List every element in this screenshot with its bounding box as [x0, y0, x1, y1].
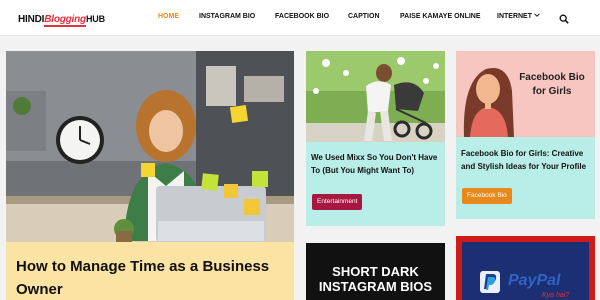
category-badge-facebook-bio[interactable]: Facebook Bio: [462, 188, 512, 204]
nav-item-facebook-bio[interactable]: FACEBOOK BIO: [275, 13, 329, 20]
post-card-mixx[interactable]: We Used Mixx So You Don't Have To (But Y…: [306, 51, 445, 226]
site-header: HINDIBloggingHUB HOME INSTAGRAM BIO FACE…: [0, 0, 600, 36]
nav-item-instagram-bio[interactable]: INSTAGRAM BIO: [199, 13, 255, 20]
chevron-down-icon[interactable]: [534, 12, 540, 20]
nav-item-paise-kamaye-online[interactable]: PAISE KAMAYE ONLINE: [400, 13, 481, 20]
nav-item-caption[interactable]: CAPTION: [348, 13, 380, 20]
search-icon[interactable]: [559, 11, 571, 24]
paypal-logo-icon: [480, 271, 500, 293]
post-image-text-facebook-bio: Facebook Bio for Girls: [519, 72, 585, 97]
post-image-text-dark-bios: SHORT DARK INSTAGRAM BIOS: [318, 264, 433, 294]
post-image-facebook-bio[interactable]: Facebook Bio for Girls: [456, 51, 595, 137]
featured-post-image[interactable]: [6, 51, 294, 242]
logo-text-blogging: Blogging: [44, 14, 86, 27]
category-badge-entertainment[interactable]: Entertainment: [312, 194, 363, 210]
post-title-facebook-bio[interactable]: Facebook Bio for Girls: Creative and Sty…: [461, 148, 592, 173]
post-image-subtext-paypal: Kya hai?: [542, 292, 570, 299]
logo-text-hindi: HINDI: [18, 14, 45, 25]
nav-item-home[interactable]: HOME: [158, 13, 179, 20]
featured-post-title[interactable]: How to Manage Time as a Business Owner: [16, 255, 288, 300]
logo-text-hub: HUB: [85, 14, 105, 24]
post-card-paypal[interactable]: PayPal Kya hai?: [456, 236, 595, 300]
post-card-facebook-bio[interactable]: Facebook Bio for Girls Facebook Bio for …: [456, 51, 595, 219]
site-logo[interactable]: HINDIBloggingHUB: [18, 9, 105, 29]
post-card-dark-bios[interactable]: SHORT DARK INSTAGRAM BIOS: [306, 243, 445, 300]
featured-post-card[interactable]: How to Manage Time as a Business Owner: [6, 51, 294, 300]
post-image-text-paypal: PayPal: [508, 272, 561, 289]
nav-item-internet[interactable]: INTERNET: [497, 13, 532, 20]
post-image-mixx[interactable]: [306, 51, 445, 142]
post-title-mixx[interactable]: We Used Mixx So You Don't Have To (But Y…: [311, 152, 442, 177]
